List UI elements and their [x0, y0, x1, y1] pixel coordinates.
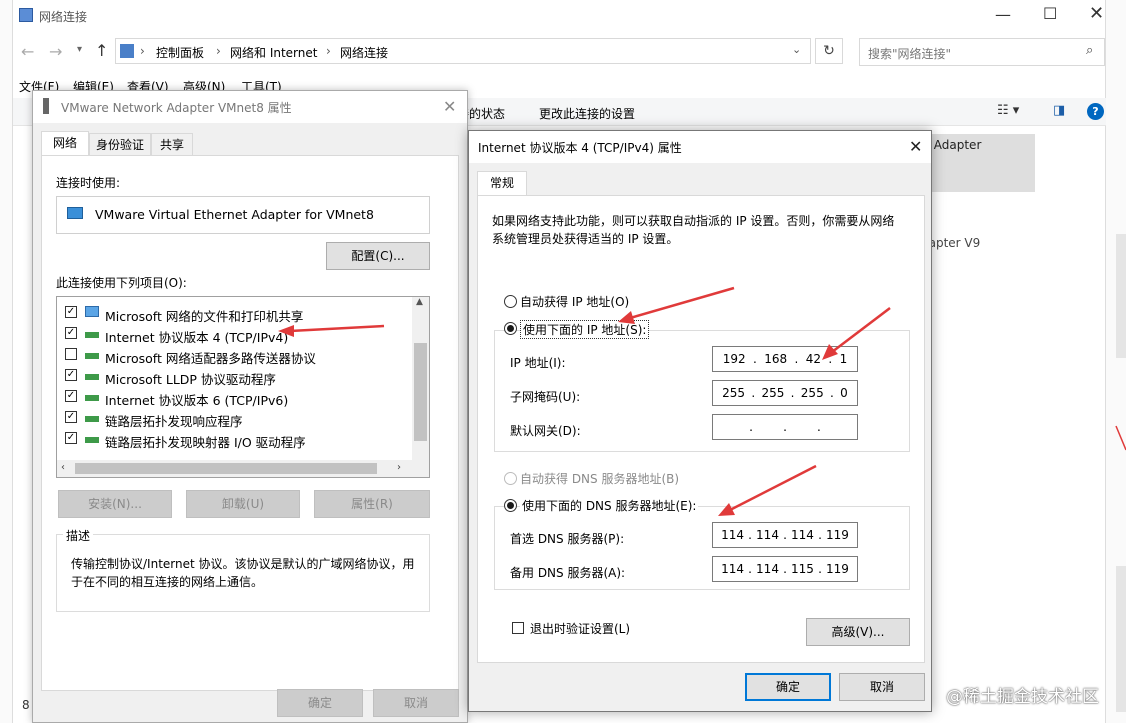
watermark: @稀土掘金技术社区 — [946, 687, 1099, 707]
annotation-arrows — [278, 286, 1126, 516]
arrow-head — [618, 311, 635, 324]
decorative-red-line — [1115, 425, 1126, 451]
arrow-head — [278, 325, 294, 337]
arrow-head — [822, 344, 838, 360]
arrow-to-manual-dns — [729, 464, 817, 512]
arrow-to-ip-field — [831, 307, 891, 353]
arrow-to-ipv4-item — [289, 324, 385, 333]
arrow-to-manual-ip — [629, 286, 735, 320]
